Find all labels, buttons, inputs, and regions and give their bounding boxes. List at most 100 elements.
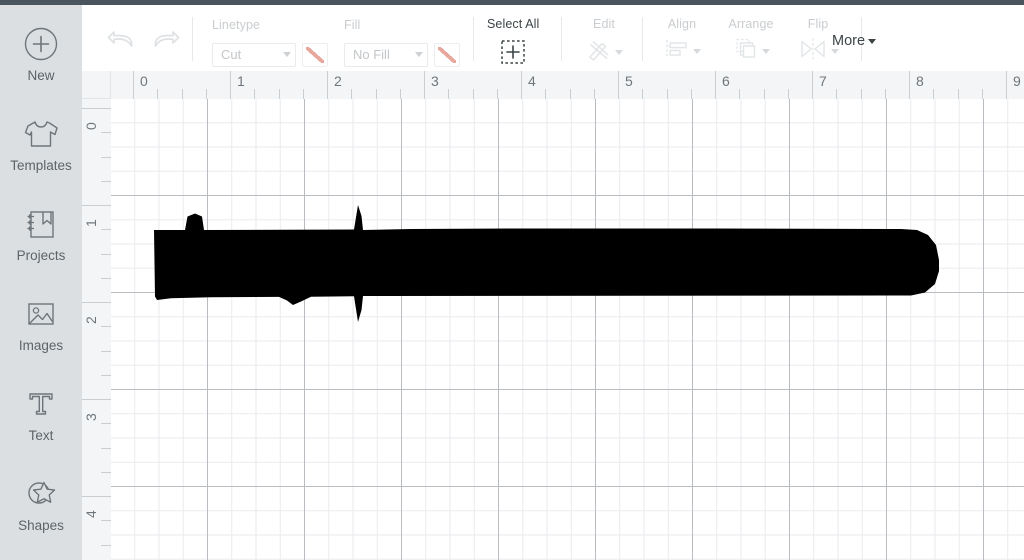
sidebar-item-projects[interactable]: Projects bbox=[0, 201, 82, 291]
fill-caption: Fill bbox=[344, 18, 361, 32]
ruler-label: 4 bbox=[528, 73, 536, 89]
ruler-tick-minor bbox=[787, 89, 789, 99]
ruler-tick-minor bbox=[496, 89, 498, 99]
ruler-tick-minor bbox=[836, 89, 838, 99]
ruler-tick-minor bbox=[157, 89, 159, 99]
ruler-label: 4 bbox=[83, 510, 99, 518]
ruler-tick-minor bbox=[101, 132, 111, 134]
undo-button[interactable] bbox=[105, 25, 139, 58]
fill-color-swatch[interactable] bbox=[434, 42, 460, 67]
ruler-tick-major bbox=[82, 399, 111, 400]
ruler-tick-minor bbox=[399, 89, 401, 99]
ruler-tick-minor bbox=[302, 89, 304, 99]
fill-dropdown[interactable]: No Fill bbox=[344, 42, 428, 67]
flip-caption: Flip bbox=[807, 17, 829, 31]
sidebar-item-label: Images bbox=[18, 338, 64, 353]
horizontal-ruler: 0 1 2 3 4 5 6 7 8 9 bbox=[111, 71, 1024, 100]
sidebar-item-images[interactable]: Images bbox=[0, 291, 82, 381]
ruler-tick-minor bbox=[101, 253, 111, 255]
black-silhouette-shape[interactable] bbox=[111, 99, 1024, 560]
ruler-tick-major bbox=[424, 71, 425, 99]
fill-value: No Fill bbox=[353, 47, 390, 62]
ruler-tick-minor bbox=[593, 89, 595, 99]
ruler-tick-major bbox=[812, 71, 813, 99]
chevron-down-icon bbox=[761, 48, 770, 54]
ruler-label: 1 bbox=[237, 73, 245, 89]
ruler-tick-minor bbox=[181, 89, 183, 99]
tshirt-icon bbox=[20, 111, 62, 157]
ruler-label: 6 bbox=[722, 73, 730, 89]
ruler-tick-minor bbox=[101, 156, 111, 158]
ruler-tick-minor bbox=[101, 544, 111, 546]
redo-arrow-icon bbox=[148, 31, 182, 57]
sidebar-item-label: Projects bbox=[16, 248, 66, 263]
ruler-tick-minor bbox=[351, 89, 353, 99]
ruler-label: 0 bbox=[140, 73, 148, 89]
ruler-tick-minor bbox=[860, 89, 862, 99]
linetype-group: Linetype Cut bbox=[212, 19, 328, 67]
design-space-app: New Templates Projects Images Text Shape… bbox=[0, 0, 1024, 560]
left-sidebar: New Templates Projects Images Text Shape… bbox=[0, 5, 82, 560]
ruler-tick-minor bbox=[101, 447, 111, 449]
ruler-tick-major bbox=[715, 71, 716, 99]
vertical-ruler: 0 1 2 3 4 bbox=[82, 99, 112, 560]
edit-group[interactable]: Edit bbox=[576, 18, 632, 68]
more-button[interactable]: More bbox=[832, 33, 877, 49]
toolbar-divider bbox=[192, 17, 193, 61]
plus-circle-icon bbox=[21, 21, 61, 67]
sidebar-item-templates[interactable]: Templates bbox=[0, 111, 82, 201]
ruler-label: 8 bbox=[916, 73, 924, 89]
linetype-color-swatch[interactable] bbox=[302, 42, 328, 67]
select-all-group[interactable]: Select All bbox=[487, 18, 539, 65]
ruler-tick-minor bbox=[205, 89, 207, 99]
sidebar-item-label: Shapes bbox=[18, 518, 64, 533]
ruler-tick-major bbox=[82, 302, 111, 303]
select-all-caption: Select All bbox=[487, 17, 540, 31]
sidebar-item-new[interactable]: New bbox=[0, 21, 82, 111]
sidebar-item-label: New bbox=[27, 68, 55, 83]
bookmark-book-icon bbox=[21, 201, 61, 247]
arrange-group[interactable]: Arrange bbox=[716, 18, 786, 66]
ruler-label: 3 bbox=[431, 73, 439, 89]
ruler-tick-major bbox=[230, 71, 231, 99]
dashed-square-plus-icon bbox=[487, 39, 539, 65]
ruler-label: 1 bbox=[83, 219, 99, 227]
arrange-caption: Arrange bbox=[728, 17, 774, 31]
chevron-down-icon bbox=[692, 48, 701, 54]
ruler-label: 5 bbox=[625, 73, 633, 89]
ruler-tick-major bbox=[909, 71, 910, 99]
undo-arrow-icon bbox=[105, 31, 139, 57]
ruler-tick-minor bbox=[375, 89, 377, 99]
linetype-dropdown[interactable]: Cut bbox=[212, 42, 296, 67]
sidebar-item-shapes[interactable]: Shapes bbox=[0, 471, 82, 560]
ruler-corner bbox=[82, 71, 111, 99]
linetype-value: Cut bbox=[221, 47, 242, 62]
chevron-down-icon bbox=[283, 52, 291, 57]
ruler-tick-major bbox=[82, 205, 111, 206]
ruler-tick-minor bbox=[472, 89, 474, 99]
sidebar-item-label: Text bbox=[28, 428, 54, 443]
ruler-tick-major bbox=[82, 108, 111, 109]
ruler-tick-minor bbox=[278, 89, 280, 99]
ruler-tick-minor bbox=[101, 326, 111, 328]
photo-icon bbox=[21, 291, 61, 337]
ruler-tick-minor bbox=[101, 423, 111, 425]
sidebar-item-label: Templates bbox=[10, 158, 72, 173]
ruler-tick-minor bbox=[101, 350, 111, 352]
ruler-tick-major bbox=[1006, 71, 1007, 99]
ruler-tick-major bbox=[618, 71, 619, 99]
align-group[interactable]: Align bbox=[654, 18, 710, 66]
design-canvas[interactable] bbox=[111, 99, 1024, 560]
ruler-tick-major bbox=[133, 71, 134, 99]
shapes-star-icon bbox=[21, 471, 61, 517]
sidebar-item-text[interactable]: Text bbox=[0, 381, 82, 471]
chevron-down-icon bbox=[415, 52, 423, 57]
ruler-tick-major bbox=[82, 496, 111, 497]
pencil-scissors-icon bbox=[586, 37, 612, 68]
redo-button[interactable] bbox=[148, 25, 182, 58]
fill-group: Fill No Fill bbox=[344, 19, 460, 67]
chevron-down-icon bbox=[614, 49, 623, 55]
align-caption: Align bbox=[667, 17, 697, 31]
ruler-label: 2 bbox=[334, 73, 342, 89]
ruler-label: 7 bbox=[819, 73, 827, 89]
